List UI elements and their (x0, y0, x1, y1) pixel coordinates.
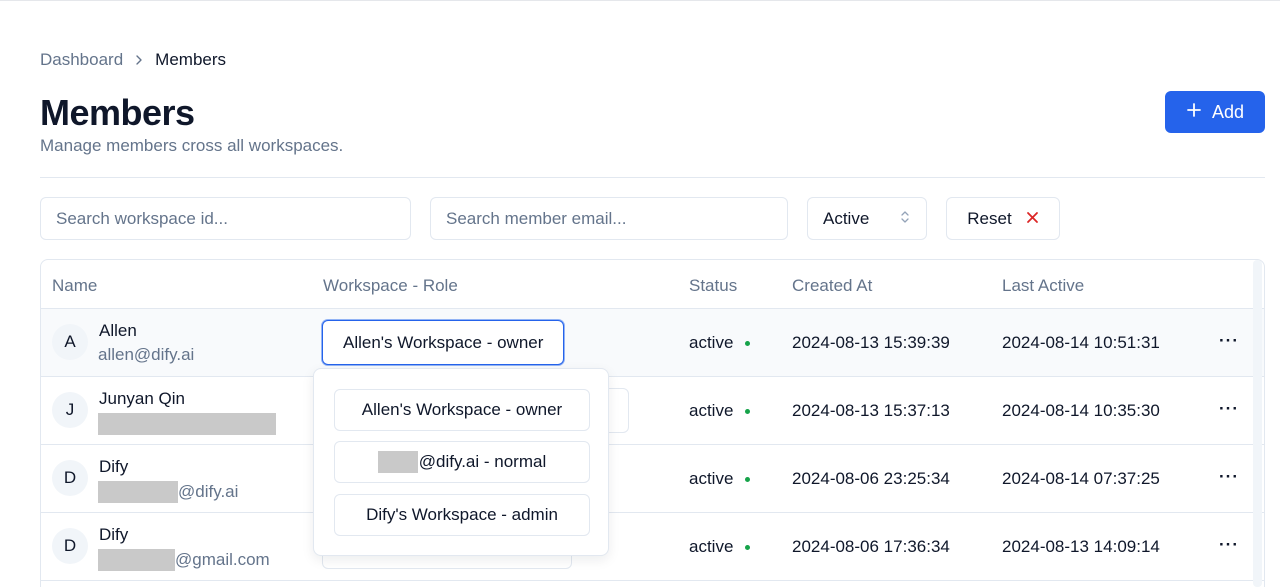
breadcrumb: Dashboard Members (40, 50, 226, 70)
last-active: 2024-08-14 10:35:30 (1002, 401, 1160, 420)
status-text: active (689, 401, 734, 420)
workspace-search-input[interactable]: Search workspace id... (40, 197, 411, 240)
status-badge: active (689, 333, 751, 353)
avatar: A (52, 324, 88, 360)
table-row[interactable]: D Dify @dify.ai active 2024-08-06 23:25:… (41, 445, 1264, 513)
status-filter-value: Active (823, 208, 870, 228)
last-active: 2024-08-14 10:51:31 (1002, 333, 1160, 352)
table-scrollbar[interactable] (1253, 260, 1262, 587)
table-header: Name Workspace - Role Status Created At … (41, 260, 1264, 309)
redacted-block (377, 451, 418, 473)
plus-icon (1186, 102, 1202, 123)
status-badge: active (689, 537, 751, 557)
add-button-label: Add (1211, 101, 1245, 122)
email-search-input[interactable]: Search member email... (430, 197, 788, 240)
members-table: Name Workspace - Role Status Created At … (40, 259, 1265, 587)
column-header-name[interactable]: Name (52, 276, 97, 296)
avatar: D (52, 528, 88, 564)
table-row[interactable]: A Allen allen@dify.ai Allen's Workspace … (41, 309, 1264, 377)
member-email-domain: @dify.ai (178, 482, 239, 501)
dropdown-option-label: @dify.ai - normal (418, 452, 547, 471)
page-subtitle: Manage members cross all workspaces. (40, 136, 344, 155)
page-title: Members (40, 92, 195, 133)
status-dot-icon (745, 340, 751, 346)
created-at: 2024-08-06 23:25:34 (792, 469, 950, 488)
column-header-workspace-role[interactable]: Workspace - Role (323, 276, 458, 296)
window-top-border (0, 0, 1280, 1)
x-icon (1026, 209, 1039, 229)
status-badge: active (689, 469, 751, 489)
table-row[interactable]: J Junyan Qin active 2024-08-13 15:37:13 … (41, 377, 1264, 445)
chevron-up-down-icon (900, 209, 910, 229)
breadcrumb-members: Members (155, 50, 227, 69)
column-header-created-at[interactable]: Created At (792, 276, 872, 296)
avatar: D (52, 460, 88, 496)
last-active: 2024-08-14 07:37:25 (1002, 469, 1160, 488)
breadcrumb-dashboard[interactable]: Dashboard (40, 50, 123, 70)
member-email-domain: @gmail.com (175, 550, 270, 569)
member-name: Junyan Qin (99, 389, 185, 408)
ellipsis-icon[interactable]: ··· (1219, 467, 1239, 487)
status-text: active (689, 469, 734, 488)
member-name: Allen (99, 321, 137, 340)
reset-button-label: Reset (967, 208, 1012, 228)
dropdown-option-label: Dify's Workspace - admin (366, 505, 558, 524)
add-member-button[interactable]: Add (1165, 91, 1265, 133)
ellipsis-icon[interactable]: ··· (1219, 535, 1239, 555)
member-email: @dify.ai (98, 481, 238, 503)
last-active: 2024-08-13 14:09:14 (1002, 537, 1160, 556)
header-divider (40, 177, 1265, 178)
member-email (98, 413, 276, 435)
redacted-block (98, 481, 178, 503)
workspace-search-placeholder: Search workspace id... (56, 208, 228, 228)
redacted-block (98, 413, 276, 435)
created-at: 2024-08-06 17:36:34 (792, 537, 950, 556)
redacted-block (98, 549, 175, 571)
member-email: @gmail.com (98, 549, 270, 571)
column-header-status[interactable]: Status (689, 276, 737, 296)
status-dot-icon (745, 476, 751, 482)
column-header-last-active[interactable]: Last Active (1002, 276, 1084, 296)
table-row[interactable]: D Dify @gmail.com active 2024-08-06 17:3… (41, 513, 1264, 581)
created-at: 2024-08-13 15:39:39 (792, 333, 950, 352)
status-dot-icon (745, 408, 751, 414)
email-search-placeholder: Search member email... (446, 208, 627, 228)
member-email: allen@dify.ai (98, 345, 195, 364)
dropdown-option[interactable]: Allen's Workspace - owner (334, 389, 590, 431)
reset-filters-button[interactable]: Reset (946, 197, 1060, 240)
status-dot-icon (745, 544, 751, 550)
member-name: Dify (99, 525, 129, 544)
ellipsis-icon[interactable]: ··· (1219, 331, 1239, 351)
workspace-role-select[interactable]: Allen's Workspace - owner (322, 320, 565, 365)
dropdown-option[interactable]: Dify's Workspace - admin (334, 494, 590, 536)
status-filter-select[interactable]: Active (807, 197, 927, 240)
status-text: active (689, 333, 734, 352)
dropdown-option[interactable]: @dify.ai - normal (334, 441, 590, 483)
created-at: 2024-08-13 15:37:13 (792, 401, 950, 420)
dropdown-option-label: Allen's Workspace - owner (361, 400, 563, 419)
status-text: active (689, 537, 734, 556)
ellipsis-icon[interactable]: ··· (1219, 399, 1239, 419)
workspace-role-dropdown: Allen's Workspace - owner @dify.ai - nor… (313, 368, 609, 556)
chevron-right-icon (133, 54, 145, 66)
member-name: Dify (99, 457, 129, 476)
status-badge: active (689, 401, 751, 421)
avatar: J (52, 392, 88, 428)
